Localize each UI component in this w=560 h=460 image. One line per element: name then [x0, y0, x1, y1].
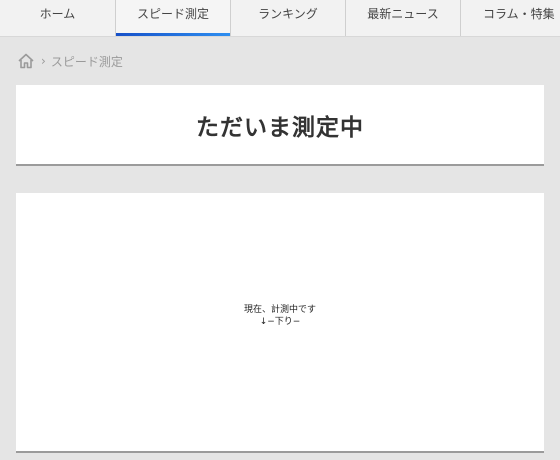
nav-tab-label: ランキング	[258, 7, 318, 21]
measurement-status: 現在、計測中です ↓−下り−	[16, 304, 544, 328]
nav-tab-latest-news[interactable]: 最新ニュース	[346, 0, 461, 36]
breadcrumb-current: スピード測定	[50, 54, 123, 69]
nav-tab-label: 最新ニュース	[367, 7, 439, 21]
breadcrumb-separator: ›	[41, 54, 46, 68]
nav-tab-ranking[interactable]: ランキング	[231, 0, 346, 36]
breadcrumb: › スピード測定	[17, 52, 123, 70]
title-card: ただいま測定中	[16, 85, 544, 164]
top-navigation: ホーム スピード測定 ランキング 最新ニュース コラム・特集	[0, 0, 560, 37]
nav-tab-speed-test[interactable]: スピード測定	[116, 0, 231, 36]
status-text: 現在、計測中です	[243, 305, 316, 315]
nav-tab-columns[interactable]: コラム・特集	[461, 0, 560, 36]
measurement-panel: 現在、計測中です ↓−下り−	[16, 193, 544, 451]
status-direction: ↓−下り−	[259, 317, 301, 327]
home-icon[interactable]	[17, 52, 35, 70]
nav-tab-label: スピード測定	[136, 7, 209, 21]
nav-tab-home[interactable]: ホーム	[0, 0, 116, 36]
nav-tab-label: コラム・特集	[483, 7, 555, 21]
page-title: ただいま測定中	[196, 114, 364, 141]
nav-tab-label: ホーム	[39, 7, 76, 21]
